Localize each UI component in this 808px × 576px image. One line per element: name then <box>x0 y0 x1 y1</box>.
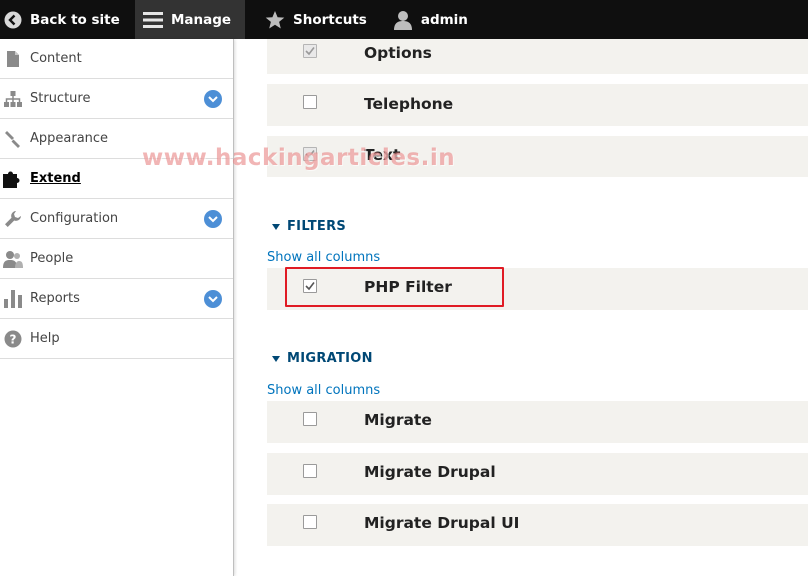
highlight-box <box>285 267 504 307</box>
people-icon <box>0 246 26 272</box>
back-to-site-label: Back to site <box>30 11 120 28</box>
user-tab[interactable]: admin <box>383 0 484 39</box>
module-checkbox[interactable] <box>303 464 317 478</box>
hamburger-icon <box>143 10 163 30</box>
module-row-migrate-drupal-ui: Migrate Drupal UI <box>267 504 808 546</box>
admin-toolbar: Back to site Manage Shortcuts admin <box>0 0 808 39</box>
module-list: Options Telephone Text FILTERS Show all … <box>267 39 808 576</box>
back-arrow-icon <box>4 10 22 30</box>
sidebar-item-label: Extend <box>30 171 81 186</box>
puzzle-icon <box>0 166 26 192</box>
sidebar-item-label: Help <box>30 331 60 346</box>
sidebar-item-help[interactable]: ? Help <box>0 319 233 359</box>
module-name: Telephone <box>364 95 454 113</box>
sidebar-item-reports[interactable]: Reports <box>0 279 233 319</box>
module-name: Migrate Drupal <box>364 463 496 481</box>
shortcuts-label: Shortcuts <box>293 11 367 28</box>
sitemap-icon <box>0 86 26 112</box>
sidebar-item-label: Structure <box>30 91 91 106</box>
sidebar-item-content[interactable]: Content <box>0 39 233 79</box>
filters-heading: FILTERS <box>287 219 347 234</box>
file-icon <box>0 46 26 72</box>
triangle-down-icon <box>272 355 280 362</box>
admin-sidebar: Content Structure Appearance Extend Conf… <box>0 39 234 576</box>
filters-show-all-columns-link[interactable]: Show all columns <box>267 250 380 265</box>
svg-text:?: ? <box>10 332 17 346</box>
migration-heading: MIGRATION <box>287 351 373 366</box>
module-row-options: Options <box>267 39 808 74</box>
manage-label: Manage <box>171 11 232 28</box>
chevron-down-icon[interactable] <box>204 290 222 308</box>
sidebar-item-label: Configuration <box>30 211 119 226</box>
bar-chart-icon <box>0 286 26 312</box>
user-label: admin <box>420 11 468 28</box>
module-checkbox[interactable] <box>303 515 317 529</box>
star-icon <box>265 10 285 30</box>
migration-section-toggle[interactable]: MIGRATION <box>272 351 373 366</box>
chevron-down-icon[interactable] <box>204 90 222 108</box>
sidebar-item-structure[interactable]: Structure <box>0 79 233 119</box>
filters-section-toggle[interactable]: FILTERS <box>272 219 346 234</box>
triangle-down-icon <box>272 223 280 230</box>
chevron-down-icon[interactable] <box>204 210 222 228</box>
user-icon <box>393 10 413 30</box>
help-icon: ? <box>0 326 26 352</box>
module-checkbox[interactable] <box>303 412 317 426</box>
sidebar-item-label: Reports <box>30 291 80 306</box>
shortcuts-tab[interactable]: Shortcuts <box>245 0 383 39</box>
back-to-site-link[interactable]: Back to site <box>0 0 135 39</box>
module-row-telephone: Telephone <box>267 84 808 126</box>
sidebar-item-label: Content <box>30 51 82 66</box>
module-checkbox <box>303 44 317 58</box>
module-name: Migrate Drupal UI <box>364 514 520 532</box>
module-name: Options <box>364 44 432 62</box>
module-row-migrate: Migrate <box>267 401 808 443</box>
module-row-migrate-drupal: Migrate Drupal <box>267 453 808 495</box>
sidebar-item-label: People <box>30 251 74 266</box>
sidebar-item-label: Appearance <box>30 131 109 146</box>
watermark-text: www.hackingarticles.in <box>142 145 456 171</box>
module-name: Migrate <box>364 411 432 429</box>
paintbrush-icon <box>0 126 26 152</box>
sidebar-item-configuration[interactable]: Configuration <box>0 199 233 239</box>
wrench-icon <box>0 206 26 232</box>
manage-tab[interactable]: Manage <box>135 0 245 39</box>
sidebar-item-people[interactable]: People <box>0 239 233 279</box>
module-checkbox[interactable] <box>303 95 317 109</box>
migration-show-all-columns-link[interactable]: Show all columns <box>267 383 380 398</box>
